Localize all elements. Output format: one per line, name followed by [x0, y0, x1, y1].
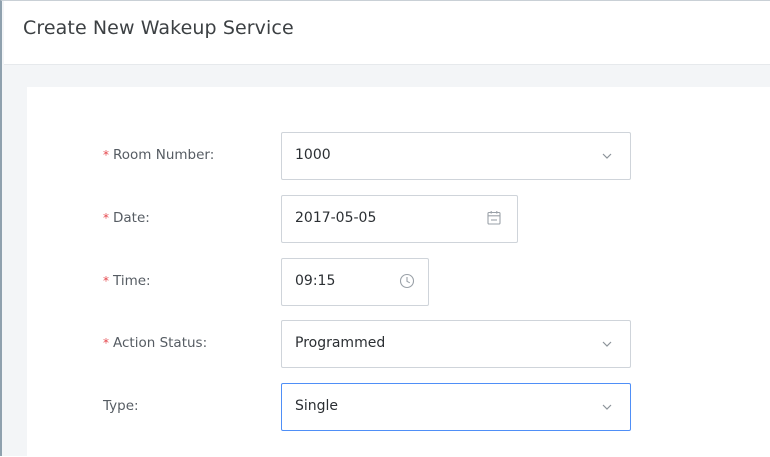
wakeup-form: * Room Number: 1000 * Date: 2017-05-05 *…: [27, 87, 770, 457]
type-label-text: Type:: [103, 398, 139, 414]
time-picker[interactable]: 09:15: [281, 258, 429, 306]
type-value: Single: [295, 398, 339, 414]
time-label: * Time:: [103, 273, 151, 289]
chevron-down-icon: [602, 404, 612, 410]
type-select[interactable]: Single: [281, 383, 631, 431]
date-picker[interactable]: 2017-05-05: [281, 195, 518, 243]
dialog-header: Create New Wakeup Service: [4, 1, 770, 65]
date-label: * Date:: [103, 210, 150, 226]
date-label-text: Date:: [113, 210, 150, 226]
type-label: Type:: [103, 398, 139, 414]
required-star: *: [103, 148, 109, 162]
action-status-label-text: Action Status:: [113, 335, 208, 351]
type-row: Type: Single: [27, 383, 770, 431]
room-number-label-text: Room Number:: [113, 147, 215, 163]
required-star: *: [103, 336, 109, 350]
date-row: * Date: 2017-05-05: [27, 195, 770, 243]
time-label-text: Time:: [113, 273, 151, 289]
clock-icon[interactable]: [398, 272, 416, 290]
required-star: *: [103, 211, 109, 225]
action-status-value: Programmed: [295, 335, 386, 351]
time-value: 09:15: [295, 273, 336, 289]
dialog-frame: Create New Wakeup Service * Room Number: …: [0, 0, 770, 457]
room-number-label: * Room Number:: [103, 147, 214, 163]
room-number-select[interactable]: 1000: [281, 132, 631, 180]
room-number-row: * Room Number: 1000: [27, 132, 770, 180]
calendar-icon[interactable]: [485, 209, 503, 227]
dialog-title: Create New Wakeup Service: [23, 17, 294, 39]
room-number-value: 1000: [295, 147, 331, 163]
action-status-label: * Action Status:: [103, 335, 207, 351]
time-row: * Time: 09:15: [27, 258, 770, 306]
action-status-select[interactable]: Programmed: [281, 320, 631, 368]
chevron-down-icon: [602, 341, 612, 347]
chevron-down-icon: [602, 153, 612, 159]
required-star: *: [103, 274, 109, 288]
date-value: 2017-05-05: [295, 210, 377, 226]
action-status-row: * Action Status: Programmed: [27, 320, 770, 368]
